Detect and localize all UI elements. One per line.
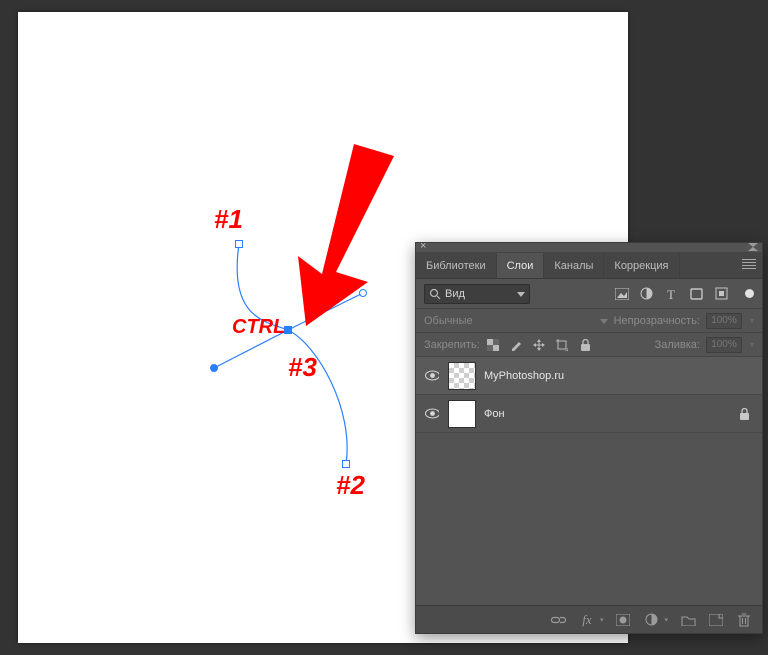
layer-name-label[interactable]: MyPhotoshop.ru: [484, 370, 754, 382]
fill-label: Заливка:: [655, 339, 700, 351]
annotation-arrow: [288, 144, 408, 344]
tab-adjustments[interactable]: Коррекция: [604, 253, 679, 278]
lock-transparency-icon[interactable]: [486, 337, 501, 352]
chevron-down-icon[interactable]: ▾: [750, 316, 754, 325]
bezier-handle-in[interactable]: [210, 364, 218, 372]
chevron-down-icon: ▾: [600, 616, 604, 624]
new-layer-icon[interactable]: [708, 612, 724, 628]
visibility-toggle-icon[interactable]: [424, 406, 440, 422]
layer-kind-select[interactable]: Вид: [424, 284, 530, 304]
filter-toggle-indicator[interactable]: [745, 289, 754, 298]
annotation-label-2: #2: [336, 470, 365, 501]
adjustment-layer-icon[interactable]: [643, 612, 659, 628]
chevron-down-icon[interactable]: ▾: [750, 340, 754, 349]
layer-name-label[interactable]: Фон: [484, 408, 731, 420]
layer-style-icon[interactable]: fx: [579, 612, 595, 628]
lock-icon: [739, 408, 750, 420]
layer-filter-bar: Вид T: [416, 279, 762, 309]
lock-label: Закрепить:: [424, 339, 480, 351]
layers-panel-footer: fx ▾ ▾: [416, 605, 762, 633]
close-icon[interactable]: ×: [420, 240, 426, 252]
filter-shape-icon[interactable]: [689, 286, 704, 301]
tab-libraries[interactable]: Библиотеки: [416, 253, 497, 278]
tab-layers[interactable]: Слои: [497, 253, 545, 278]
chevron-down-icon: [600, 317, 608, 325]
path-anchor-1[interactable]: [235, 240, 243, 248]
panel-menu-icon[interactable]: [742, 259, 756, 269]
annotation-label-1: #1: [214, 204, 243, 235]
panel-tabs: Библиотеки Слои Каналы Коррекция: [416, 253, 762, 279]
chevron-down-icon: [517, 290, 525, 298]
link-layers-icon[interactable]: [551, 612, 567, 628]
filter-adjustment-icon[interactable]: [639, 286, 654, 301]
lock-all-icon[interactable]: [578, 337, 593, 352]
lock-pixels-icon[interactable]: [509, 337, 524, 352]
annotation-label-ctrl: CTRL: [232, 316, 285, 339]
collapse-icon[interactable]: [748, 243, 758, 251]
filter-image-icon[interactable]: [614, 286, 629, 301]
layer-row[interactable]: Фон: [416, 395, 762, 433]
chevron-down-icon: ▾: [664, 616, 668, 624]
blend-mode-row: Обычные Непрозрачность: 100% ▾: [416, 309, 762, 333]
layer-row[interactable]: MyPhotoshop.ru: [416, 357, 762, 395]
tab-channels[interactable]: Каналы: [544, 253, 604, 278]
fill-field[interactable]: 100%: [706, 337, 742, 353]
search-icon: [429, 288, 441, 300]
blend-mode-select[interactable]: Обычные: [424, 315, 594, 327]
filter-text-icon[interactable]: T: [664, 286, 679, 301]
opacity-label: Непрозрачность:: [614, 315, 700, 327]
layer-list: MyPhotoshop.ru Фон: [416, 357, 762, 433]
layer-thumbnail[interactable]: [448, 362, 476, 390]
panel-topbar: ×: [416, 243, 762, 253]
lock-position-icon[interactable]: [532, 337, 547, 352]
annotation-label-3: #3: [288, 352, 317, 383]
svg-text:T: T: [667, 288, 675, 300]
lock-artboard-icon[interactable]: [555, 337, 570, 352]
filter-smartobject-icon[interactable]: [714, 286, 729, 301]
opacity-field[interactable]: 100%: [706, 313, 742, 329]
layer-mask-icon[interactable]: [615, 612, 631, 628]
visibility-toggle-icon[interactable]: [424, 368, 440, 384]
new-group-icon[interactable]: [680, 612, 696, 628]
kind-value: Вид: [445, 288, 513, 300]
path-anchor-2[interactable]: [342, 460, 350, 468]
layers-panel: × Библиотеки Слои Каналы Коррекция Вид T…: [415, 242, 763, 634]
lock-row: Закрепить: Заливка: 100% ▾: [416, 333, 762, 357]
delete-layer-icon[interactable]: [736, 612, 752, 628]
layer-thumbnail[interactable]: [448, 400, 476, 428]
